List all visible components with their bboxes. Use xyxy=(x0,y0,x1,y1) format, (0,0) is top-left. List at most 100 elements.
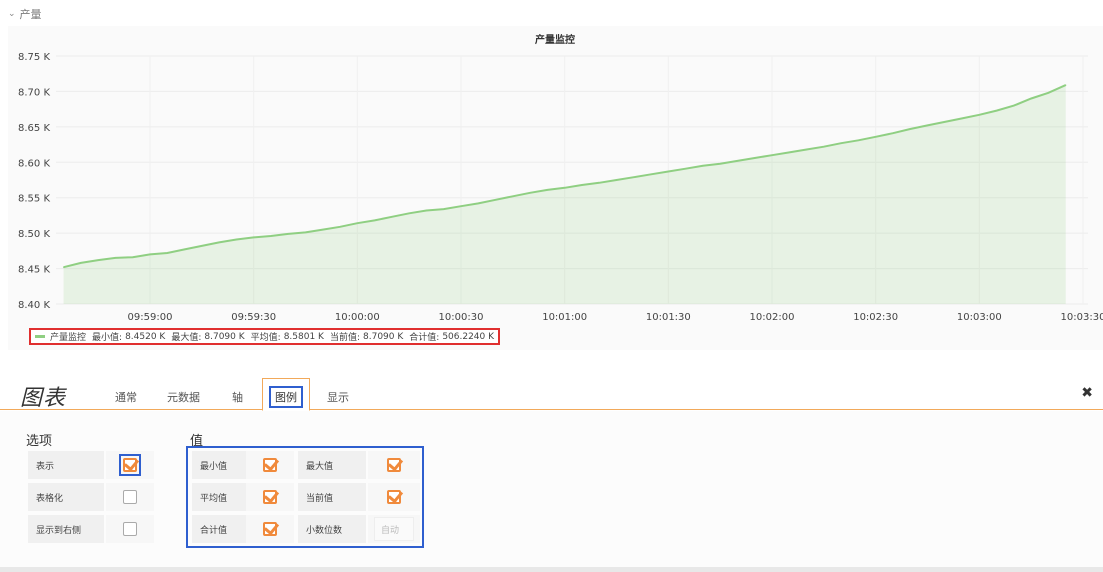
tab-display[interactable]: 显示 xyxy=(327,389,349,405)
series-point xyxy=(840,142,842,144)
row-title: 产量 xyxy=(19,8,42,21)
chart-legend: 产量监控 最小值: 8.4520 K 最大值: 8.7090 K 平均值: 8.… xyxy=(29,328,501,345)
series-point xyxy=(201,245,203,247)
series-point xyxy=(80,262,82,264)
value-decimals-text: 小数位数 xyxy=(306,525,343,536)
value-current-checkbox[interactable] xyxy=(387,490,401,504)
value-max-cell xyxy=(368,451,420,479)
value-avg-label: 平均值 xyxy=(192,483,246,511)
series-point xyxy=(495,199,497,201)
series-point xyxy=(944,121,946,123)
x-tick-label: 10:03:00 xyxy=(957,312,1002,323)
tab-legend[interactable]: 图例 xyxy=(262,378,310,411)
series-point xyxy=(875,136,877,138)
value-max-label: 最大值 xyxy=(298,451,366,479)
option-right-side-checkbox[interactable] xyxy=(123,522,137,536)
series-point xyxy=(771,154,773,156)
editor-bottom-bar xyxy=(0,567,1103,572)
series-point xyxy=(512,195,514,197)
y-tick-label: 8.70 K xyxy=(18,87,50,98)
option-right-side-label: 显示到右侧 xyxy=(28,515,104,543)
series-point xyxy=(564,187,566,189)
series-point xyxy=(132,256,134,258)
series-point xyxy=(63,266,65,268)
series-point xyxy=(304,231,307,233)
y-tick-label: 8.55 K xyxy=(18,194,50,205)
value-min-cell xyxy=(246,451,294,479)
x-tick-label: 10:01:00 xyxy=(542,312,587,323)
series-point xyxy=(1013,105,1015,107)
series-point xyxy=(719,163,721,165)
series-point xyxy=(736,160,739,162)
series-point xyxy=(650,173,652,175)
value-avg-checkbox[interactable] xyxy=(263,490,277,504)
option-table-text: 表格化 xyxy=(36,493,64,504)
series-point xyxy=(892,132,894,134)
option-right-side-cell xyxy=(106,515,154,543)
series-point xyxy=(339,226,341,228)
series-point xyxy=(996,110,998,112)
editor-tab-bar: 图表 通常 元数据 轴 图例 显示 ✖ xyxy=(0,370,1103,411)
option-table-label: 表格化 xyxy=(28,483,104,511)
series-point xyxy=(477,202,479,204)
series-point xyxy=(1065,84,1067,86)
series-point xyxy=(408,212,410,214)
series-point xyxy=(857,139,860,141)
close-icon[interactable]: ✖ xyxy=(1081,385,1093,401)
option-show-label: 表示 xyxy=(28,451,104,479)
editor-title: 图表 xyxy=(20,386,67,411)
legend-total-label: 合计值: xyxy=(409,333,440,343)
series-point xyxy=(391,216,393,218)
legend-max-value: 8.7090 K xyxy=(204,331,245,342)
legend-max-label: 最大值: xyxy=(171,333,202,343)
chart: 产量监控 8.75 K 8.70 K 8.65 K 8.60 K 8.55 K 8.50 K… xyxy=(18,33,1103,323)
series-point xyxy=(425,209,427,212)
series-point xyxy=(97,259,99,261)
chevron-down-icon[interactable]: ⌄ xyxy=(8,9,16,19)
series-point xyxy=(253,236,255,238)
series-point xyxy=(598,182,600,184)
legend-current-label: 当前值: xyxy=(329,333,360,343)
option-table-checkbox[interactable] xyxy=(123,490,137,504)
x-tick-label: 10:03:30 xyxy=(1061,312,1103,323)
series-point xyxy=(823,146,825,148)
x-tick-label: 09:59:30 xyxy=(231,312,276,323)
y-tick-label: 8.60 K xyxy=(18,158,50,169)
option-table-cell xyxy=(106,483,154,511)
option-show-text: 表示 xyxy=(36,461,55,472)
value-total-checkbox[interactable] xyxy=(263,522,277,536)
series-point xyxy=(615,179,618,181)
legend-total-value: 506.2240 K xyxy=(442,331,495,342)
legend-series-name[interactable]: 产量监控 xyxy=(50,330,86,343)
tab-metadata[interactable]: 元数据 xyxy=(167,389,200,405)
row-header[interactable]: ⌄ 产量 xyxy=(8,6,42,22)
series-point xyxy=(235,238,237,241)
legend-min-value: 8.4520 K xyxy=(125,331,166,342)
tab-axes[interactable]: 轴 xyxy=(232,389,243,405)
series-point xyxy=(166,252,168,254)
option-show-cell xyxy=(106,451,154,479)
x-tick-label: 10:02:30 xyxy=(853,312,898,323)
series-point xyxy=(287,233,289,235)
value-current-label: 当前值 xyxy=(298,483,366,511)
tab-general[interactable]: 通常 xyxy=(115,389,137,405)
series-point xyxy=(218,241,220,243)
decimals-input[interactable]: 自动 xyxy=(374,517,414,541)
value-max-checkbox[interactable] xyxy=(387,458,401,472)
y-tick-label: 8.75 K xyxy=(18,52,50,63)
series-point xyxy=(270,235,272,237)
x-tick-label: 10:02:00 xyxy=(750,312,795,323)
series-point xyxy=(374,219,376,221)
chart-panel: 产量监控 8.75 K 8.70 K 8.65 K 8.60 K 8.55 K 8.50 K… xyxy=(8,26,1103,350)
x-tick-label: 10:00:00 xyxy=(335,312,380,323)
series-point xyxy=(546,189,549,191)
y-tick-label: 8.45 K xyxy=(18,265,50,276)
value-min-checkbox[interactable] xyxy=(263,458,277,472)
legend-swatch xyxy=(35,335,45,338)
series-point xyxy=(961,117,963,119)
value-total-cell xyxy=(246,515,294,543)
series-point xyxy=(529,192,531,194)
series-point xyxy=(978,114,980,116)
option-show-checkbox[interactable] xyxy=(123,458,137,472)
series-point xyxy=(460,205,462,207)
